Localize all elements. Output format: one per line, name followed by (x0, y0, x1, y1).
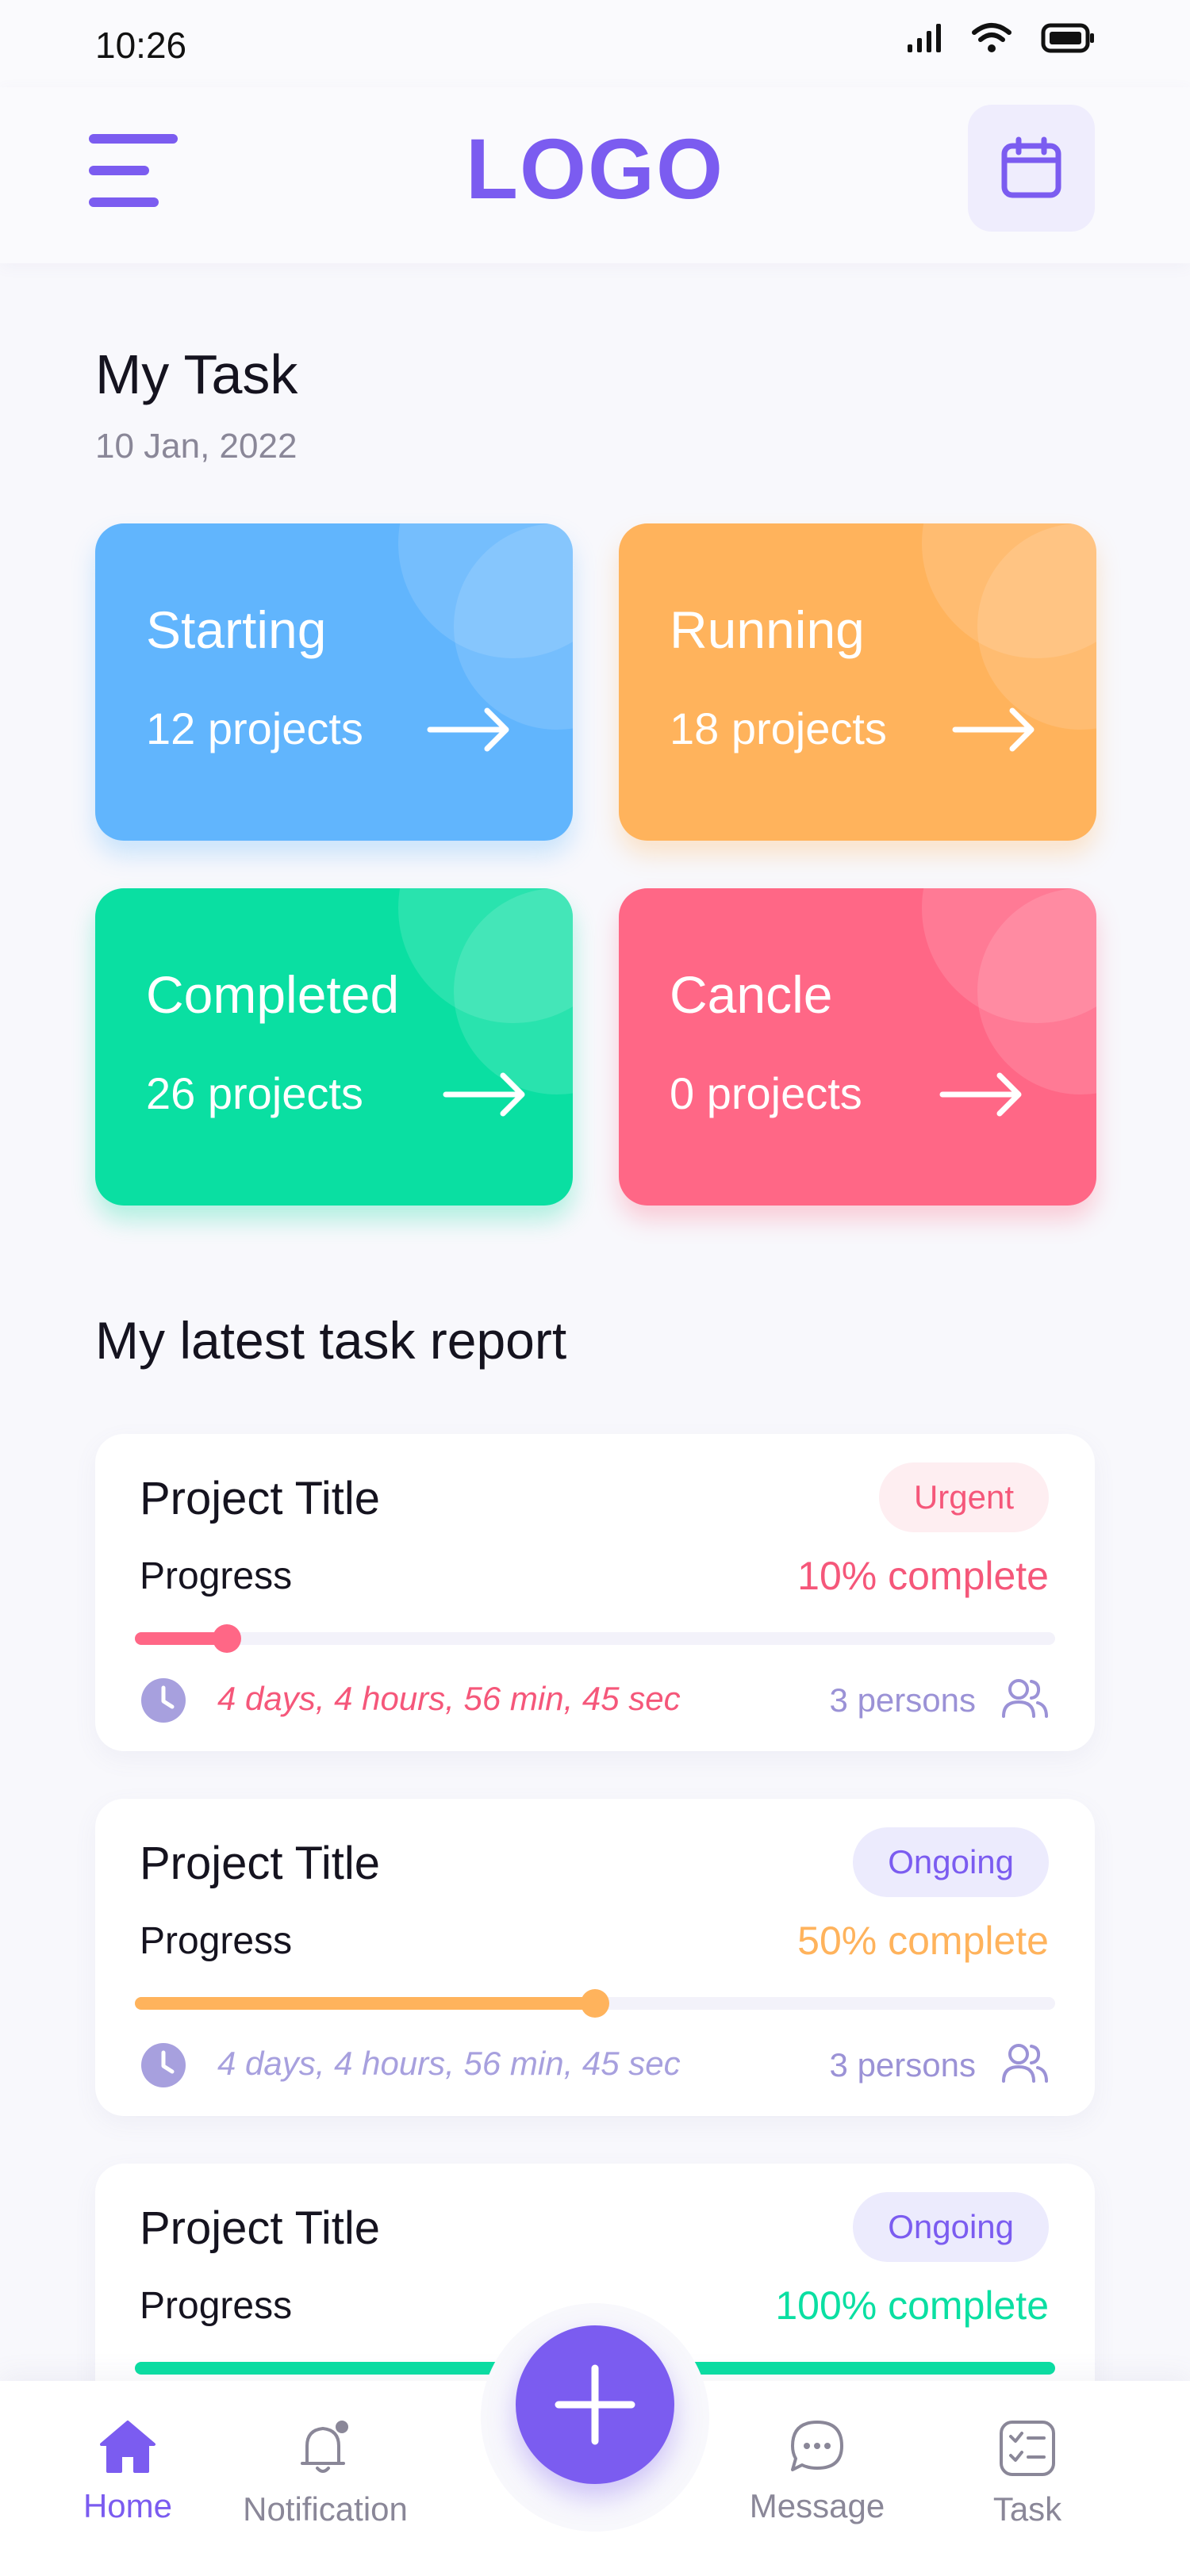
progress-label: Progress (140, 2285, 293, 2327)
status-badge: Urgent (878, 1462, 1049, 1532)
task-icon (1000, 2421, 1055, 2476)
nav-label: Notification (243, 2490, 408, 2528)
nav-home[interactable]: Home (68, 2419, 187, 2525)
card-title: Project Title (140, 1838, 380, 1889)
arrow-right-icon (939, 1072, 1022, 1117)
persons-count: 3 persons (829, 2046, 976, 2083)
users-icon (1002, 2044, 1048, 2083)
progress-label: Progress (140, 1555, 293, 1597)
card-title: Project Title (140, 2202, 380, 2254)
nav-message[interactable]: Message (730, 2419, 904, 2525)
home-icon (100, 2421, 155, 2473)
tile-label: Running (670, 600, 865, 659)
timer-text: 4 days, 4 hours, 56 min, 45 sec (217, 1680, 681, 1717)
tile-starting[interactable]: Starting 12 projects (95, 523, 573, 841)
timer-text: 4 days, 4 hours, 56 min, 45 sec (217, 2045, 681, 2082)
chat-icon (791, 2421, 843, 2471)
arrow-right-icon (443, 1072, 525, 1117)
status-icons (906, 22, 1096, 54)
plus-icon (555, 2364, 635, 2445)
progress-label: Progress (140, 1920, 293, 1962)
persons-count: 3 persons (829, 1681, 976, 1719)
tile-count: 0 projects (670, 1068, 862, 1118)
tile-count: 18 projects (670, 703, 887, 753)
status-badge: Ongoing (853, 1827, 1049, 1897)
progress-value: 50% complete (797, 1919, 1049, 1963)
task-card[interactable]: Project Title Urgent Progress 10% comple… (95, 1434, 1095, 1751)
progress-value: 10% complete (797, 1554, 1049, 1598)
status-time: 10:26 (95, 25, 187, 66)
progress-track (135, 1989, 1055, 2018)
add-task-button[interactable] (516, 2325, 674, 2484)
tile-label: Cancle (670, 965, 833, 1024)
progress-fill (135, 1997, 595, 2010)
signal-icon (908, 24, 941, 52)
page-date: 10 Jan, 2022 (95, 427, 298, 466)
nav-label: Task (992, 2490, 1062, 2528)
users-icon (1002, 1679, 1048, 1718)
section-title: My latest task report (95, 1311, 567, 1370)
task-card[interactable]: Project Title Ongoing Progress 50% compl… (95, 1799, 1095, 2116)
status-badge: Ongoing (853, 2192, 1049, 2262)
app-header: LOGO (0, 87, 1190, 263)
tile-completed[interactable]: Completed 26 projects (95, 888, 573, 1206)
nav-label: Home (83, 2487, 173, 2524)
tile-count: 26 projects (146, 1068, 363, 1118)
clock-icon (141, 1678, 186, 1723)
tile-running[interactable]: Running 18 projects (619, 523, 1096, 841)
battery-icon (1041, 23, 1094, 53)
page-title: My Task (95, 343, 298, 405)
nav-label: Message (749, 2487, 885, 2524)
progress-knob (581, 1989, 609, 2018)
arrow-right-icon (427, 707, 509, 752)
tile-label: Completed (146, 965, 400, 1024)
arrow-right-icon (952, 707, 1035, 752)
clock-icon (141, 2043, 186, 2087)
tile-cancle[interactable]: Cancle 0 projects (619, 888, 1096, 1206)
progress-knob (213, 1624, 241, 1653)
nav-task[interactable]: Task (976, 2419, 1079, 2528)
progress-value: 100% complete (775, 2283, 1049, 2328)
status-bar: 10:26 (0, 0, 1190, 87)
wifi-icon (972, 23, 1012, 52)
tile-count: 12 projects (146, 703, 363, 753)
progress-track (135, 1624, 1055, 1653)
calendar-button[interactable] (968, 105, 1095, 232)
calendar-icon (1001, 136, 1061, 198)
card-title: Project Title (140, 1473, 380, 1524)
tile-label: Starting (146, 600, 327, 659)
bell-icon (301, 2421, 348, 2473)
nav-notification[interactable]: Notification (222, 2419, 428, 2528)
